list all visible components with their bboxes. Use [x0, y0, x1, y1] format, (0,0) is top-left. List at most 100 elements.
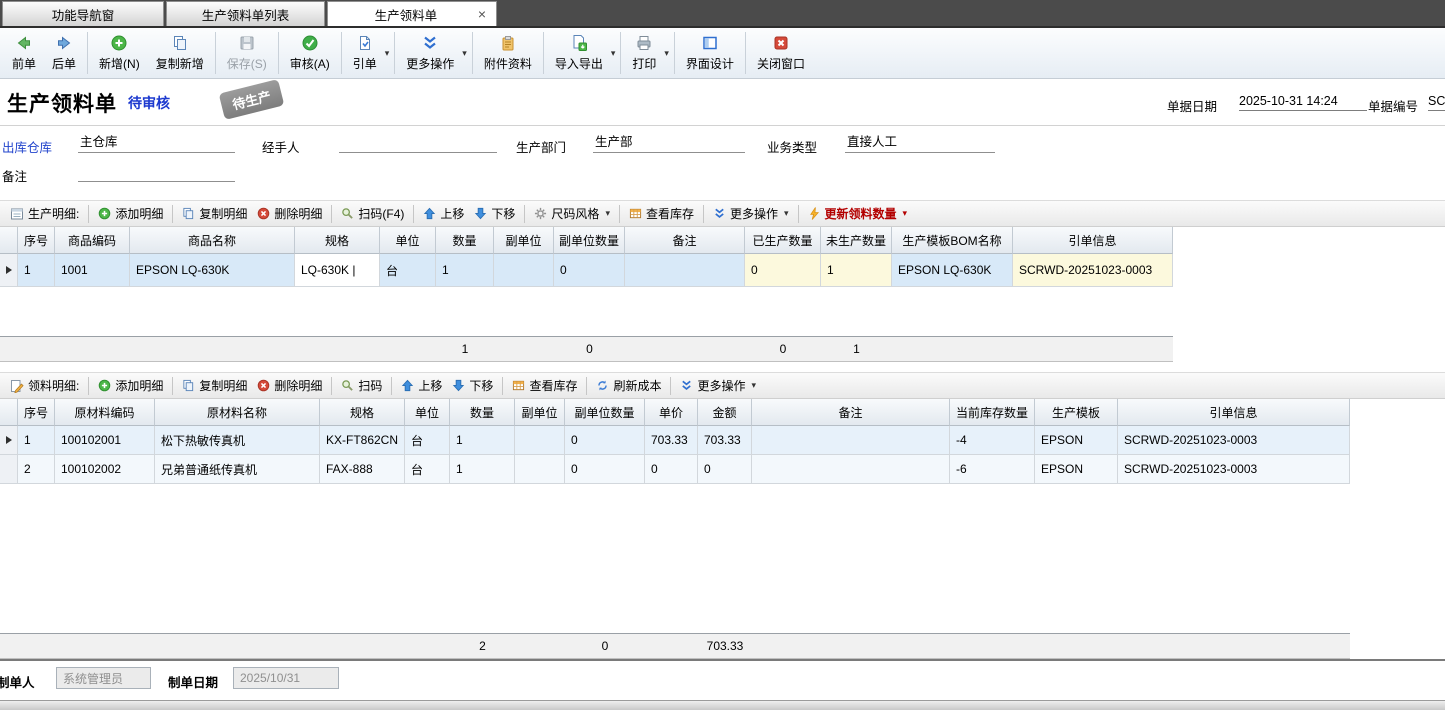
cell-qty[interactable]: 1	[450, 426, 515, 455]
cell-spec[interactable]: FAX-888	[320, 455, 405, 484]
col-header-subunit[interactable]: 副单位	[494, 227, 554, 254]
cell-material-code[interactable]: 100102001	[55, 426, 155, 455]
col-header-item-code[interactable]: 商品编码	[55, 227, 130, 254]
cell-seq[interactable]: 1	[18, 254, 55, 287]
cell-material-code[interactable]: 100102002	[55, 455, 155, 484]
print-button[interactable]: 打印	[624, 32, 664, 74]
caret-down-icon[interactable]: ▾	[611, 48, 616, 59]
prod-scan-button[interactable]: 扫码(F4)	[336, 203, 409, 224]
col-header-remark[interactable]: 备注	[752, 399, 950, 426]
col-header-subunit[interactable]: 副单位	[515, 399, 565, 426]
col-header-stock[interactable]: 当前库存数量	[950, 399, 1035, 426]
cell-bom[interactable]: EPSON LQ-630K	[892, 254, 1013, 287]
col-header-unit[interactable]: 单位	[380, 227, 436, 254]
material-table-row[interactable]: 1 100102001 松下热敏传真机 KX-FT862CN 台 1 0 703…	[0, 426, 1350, 455]
cell-seq[interactable]: 1	[18, 426, 55, 455]
cell-material-name[interactable]: 松下热敏传真机	[155, 426, 320, 455]
cell-remark[interactable]	[752, 426, 950, 455]
import-export-button[interactable]: 导入导出	[547, 32, 611, 74]
cell-subunit[interactable]	[515, 455, 565, 484]
close-window-button[interactable]: 关闭窗口	[749, 32, 813, 74]
cell-ref[interactable]: SCRWD-20251023-0003	[1118, 455, 1350, 484]
doc-date-field[interactable]: 2025-10-31 14:24	[1239, 88, 1367, 111]
mat-copy-row-button[interactable]: 复制明细	[177, 375, 252, 396]
cell-produced[interactable]: 0	[745, 254, 821, 287]
prev-doc-button[interactable]: 前单	[4, 32, 44, 74]
audit-button[interactable]: 审核(A)	[282, 32, 338, 74]
cell-spec-editing[interactable]: LQ-630K |	[295, 254, 380, 287]
cell-amount[interactable]: 703.33	[698, 426, 752, 455]
refresh-cost-button[interactable]: 刷新成本	[591, 375, 666, 396]
cell-stock[interactable]: -6	[950, 455, 1035, 484]
caret-down-icon[interactable]: ▾	[462, 48, 467, 59]
cell-ref[interactable]: SCRWD-20251023-0003	[1013, 254, 1173, 287]
prod-more-actions-button[interactable]: 更多操作 ▾	[708, 203, 794, 224]
prod-view-stock-button[interactable]: 查看库存	[624, 203, 699, 224]
new-button[interactable]: 新增(N)	[91, 32, 148, 74]
mat-delete-row-button[interactable]: 删除明细	[252, 375, 327, 396]
cell-subqty[interactable]: 0	[565, 426, 645, 455]
cell-unit[interactable]: 台	[405, 455, 450, 484]
close-icon[interactable]: ×	[478, 7, 486, 21]
caret-down-icon[interactable]: ▾	[664, 48, 669, 59]
doc-no-field[interactable]: SC	[1428, 88, 1445, 111]
mat-more-actions-button[interactable]: 更多操作 ▾	[675, 375, 761, 396]
biz-type-field[interactable]: 直接人工	[845, 131, 995, 153]
cell-price[interactable]: 0	[645, 455, 698, 484]
cell-unit[interactable]: 台	[405, 426, 450, 455]
cell-qty[interactable]: 1	[436, 254, 494, 287]
cell-remark[interactable]	[752, 455, 950, 484]
cell-template[interactable]: EPSON	[1035, 426, 1118, 455]
col-header-spec[interactable]: 规格	[295, 227, 380, 254]
more-actions-button[interactable]: 更多操作	[398, 32, 462, 74]
col-header-subqty[interactable]: 副单位数量	[565, 399, 645, 426]
copy-new-button[interactable]: 复制新增	[148, 32, 212, 74]
save-button[interactable]: 保存(S)	[219, 32, 275, 74]
cell-unit[interactable]: 台	[380, 254, 436, 287]
prod-copy-row-button[interactable]: 复制明细	[177, 203, 252, 224]
tab-requisition-list[interactable]: 生产领料单列表	[166, 1, 325, 26]
col-header-qty[interactable]: 数量	[436, 227, 494, 254]
cell-seq[interactable]: 2	[18, 455, 55, 484]
cell-template[interactable]: EPSON	[1035, 455, 1118, 484]
col-header-ref[interactable]: 引单信息	[1013, 227, 1173, 254]
mat-scan-button[interactable]: 扫码	[336, 375, 387, 396]
cell-stock[interactable]: -4	[950, 426, 1035, 455]
col-header-seq[interactable]: 序号	[18, 227, 55, 254]
cell-spec[interactable]: KX-FT862CN	[320, 426, 405, 455]
tab-requisition-current[interactable]: 生产领料单 ×	[327, 1, 497, 26]
col-header-subqty[interactable]: 副单位数量	[554, 227, 625, 254]
col-header-material-code[interactable]: 原材料编码	[55, 399, 155, 426]
prod-add-row-button[interactable]: 添加明细	[93, 203, 168, 224]
col-header-ref[interactable]: 引单信息	[1118, 399, 1350, 426]
cell-unproduced[interactable]: 1	[821, 254, 892, 287]
mat-add-row-button[interactable]: 添加明细	[93, 375, 168, 396]
cell-item-name[interactable]: EPSON LQ-630K	[130, 254, 295, 287]
col-header-item-name[interactable]: 商品名称	[130, 227, 295, 254]
cell-price[interactable]: 703.33	[645, 426, 698, 455]
cell-subqty[interactable]: 0	[554, 254, 625, 287]
col-header-seq[interactable]: 序号	[18, 399, 55, 426]
warehouse-field[interactable]: 主仓库	[78, 131, 235, 153]
cell-qty[interactable]: 1	[450, 455, 515, 484]
cell-subunit[interactable]	[515, 426, 565, 455]
col-header-amount[interactable]: 金额	[698, 399, 752, 426]
col-header-price[interactable]: 单价	[645, 399, 698, 426]
cell-remark[interactable]	[625, 254, 745, 287]
prod-delete-row-button[interactable]: 删除明细	[252, 203, 327, 224]
cell-amount[interactable]: 0	[698, 455, 752, 484]
cell-material-name[interactable]: 兄弟普通纸传真机	[155, 455, 320, 484]
prod-move-down-button[interactable]: 下移	[469, 203, 520, 224]
caret-down-icon[interactable]: ▾	[385, 48, 390, 59]
material-table-row[interactable]: 2 100102002 兄弟普通纸传真机 FAX-888 台 1 0 0 0 -…	[0, 455, 1350, 484]
col-header-remark[interactable]: 备注	[625, 227, 745, 254]
update-material-qty-button[interactable]: 更新领料数量 ▾	[803, 203, 913, 224]
col-header-spec[interactable]: 规格	[320, 399, 405, 426]
pull-order-button[interactable]: 引单	[345, 32, 385, 74]
col-header-bom[interactable]: 生产模板BOM名称	[892, 227, 1013, 254]
col-header-qty[interactable]: 数量	[450, 399, 515, 426]
tab-function-nav[interactable]: 功能导航窗	[2, 1, 164, 26]
cell-ref[interactable]: SCRWD-20251023-0003	[1118, 426, 1350, 455]
mat-view-stock-button[interactable]: 查看库存	[507, 375, 582, 396]
col-header-unit[interactable]: 单位	[405, 399, 450, 426]
